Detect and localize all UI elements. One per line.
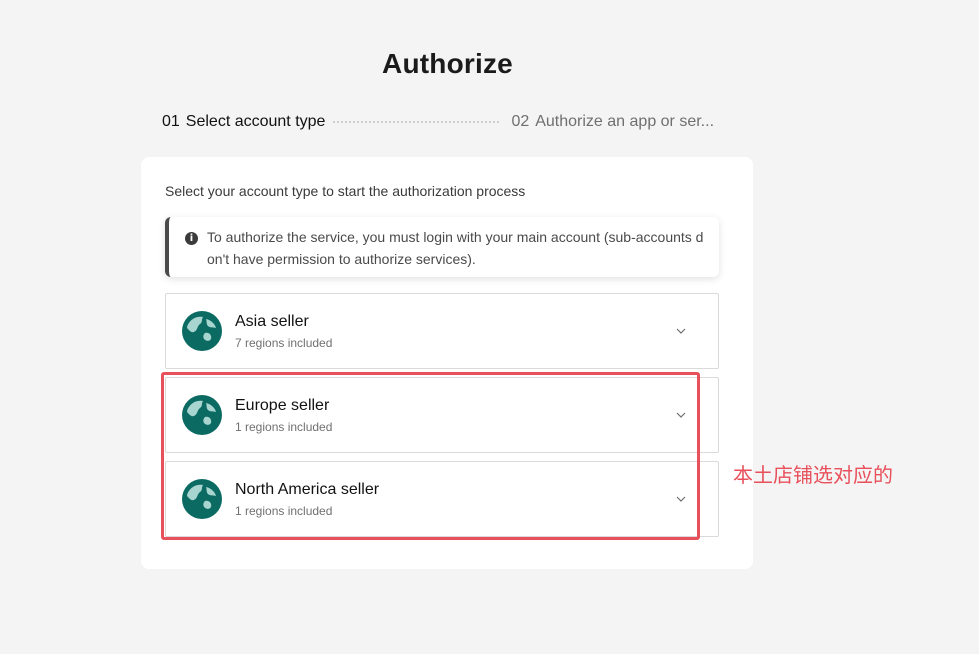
seller-regions: 1 regions included (235, 503, 333, 518)
step-divider (333, 121, 500, 123)
step-authorize-app[interactable]: 02 Authorize an app or ser... (511, 113, 714, 131)
seller-regions: 7 regions included (235, 335, 333, 350)
stepper: 01 Select account type 02 Authorize an a… (162, 111, 752, 133)
account-type-card: Select your account type to start the au… (141, 157, 753, 569)
seller-option-asia[interactable]: Asia seller 7 regions included (165, 293, 719, 369)
notice-banner: i To authorize the service, you must log… (165, 217, 719, 277)
chevron-down-icon[interactable] (674, 324, 688, 338)
globe-icon (182, 311, 222, 351)
step-label: Select account type (185, 113, 326, 130)
globe-icon (182, 395, 222, 435)
authorize-page: Authorize 01 Select account type 02 Auth… (0, 0, 979, 654)
globe-icon (182, 479, 222, 519)
seller-name: Asia seller (235, 312, 309, 330)
step-label: Authorize an app or ser... (535, 113, 715, 130)
step-number: 01 (162, 113, 180, 130)
annotation-note: 本土店铺选对应的 (733, 463, 893, 487)
chevron-down-icon[interactable] (674, 492, 688, 506)
page-title: Authorize (382, 48, 513, 79)
seller-option-europe[interactable]: Europe seller 1 regions included (165, 377, 719, 453)
seller-option-north-america[interactable]: North America seller 1 regions included (165, 461, 719, 537)
seller-name: North America seller (235, 480, 380, 498)
card-subtitle: Select your account type to start the au… (165, 183, 526, 199)
seller-name: Europe seller (235, 396, 330, 414)
info-icon: i (185, 232, 198, 245)
step-select-account-type[interactable]: 01 Select account type (162, 113, 325, 131)
notice-text: To authorize the service, you must login… (207, 229, 704, 267)
chevron-down-icon[interactable] (674, 408, 688, 422)
seller-regions: 1 regions included (235, 419, 333, 434)
step-number: 02 (511, 113, 530, 130)
